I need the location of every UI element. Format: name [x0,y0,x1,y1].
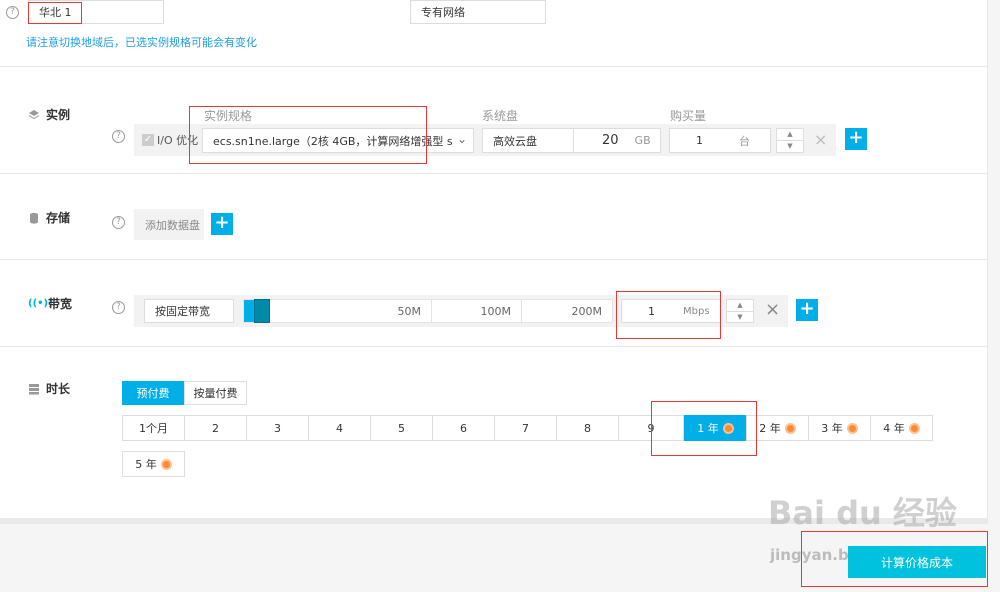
coin-icon [784,422,796,434]
divider [0,346,988,347]
section-instance-label: 实例 [46,108,71,122]
qty-header: 购买量 [670,109,707,123]
section-duration-label: 时长 [46,382,71,396]
slider-tick-100m: 100M [432,300,522,322]
instance-spec-value: ecs.sn1ne.large（2核 4GB，计算网络增强型 sn1n... [213,134,453,148]
coin-icon [846,422,858,434]
bandwidth-unit: Mbps [683,305,710,317]
spec-header: 实例规格 [204,109,253,123]
help-icon[interactable]: ? [112,130,125,143]
duration-option-7[interactable]: 7 [494,415,557,441]
section-bandwidth-label: 带宽 [48,297,73,311]
bandwidth-slider[interactable]: 50M 100M 200M [243,299,613,323]
network-type[interactable]: 专有网络 [410,0,546,24]
section-bandwidth: ((•)) 带宽 [28,295,72,312]
add-instance-button[interactable]: + [845,128,867,150]
signal-icon: ((•)) [28,298,53,309]
database-icon [30,212,38,224]
help-icon[interactable]: ? [112,216,125,229]
bandwidth-billing-select[interactable]: 按固定带宽 [144,299,234,323]
region-notice: 请注意切换地域后，已选实例规格可能会有变化 [26,36,257,49]
io-optimize-checkbox[interactable]: ✓ I/O 优化 [142,132,198,148]
bandwidth-value: 1 [648,304,655,318]
duration-label: 2 [212,421,219,435]
add-data-disk-button[interactable]: 添加数据盘 [134,209,204,240]
bandwidth-stepper[interactable]: ▲ ▼ [726,299,754,323]
add-bandwidth-button[interactable]: + [796,299,818,321]
help-icon[interactable]: ? [6,6,19,19]
coin-icon [160,458,172,470]
stepper-down-icon[interactable]: ▼ [727,312,753,323]
section-storage-label: 存储 [46,211,71,225]
stepper-up-icon[interactable]: ▲ [777,129,803,141]
duration-label: 6 [460,421,467,435]
sysdisk-type-select[interactable]: 高效云盘 [482,128,574,153]
config-panel: ? 华北 1 专有网络 请注意切换地域后，已选实例规格可能会有变化 实例 实例规… [0,0,988,520]
coin-icon [908,422,920,434]
duration-option-4-year[interactable]: 4 年 [870,415,933,441]
duration-label: 5 年 [135,458,157,471]
server-icon [29,383,39,394]
duration-option-5-year[interactable]: 5 年 [122,451,185,477]
stepper-up-icon[interactable]: ▲ [727,300,753,312]
duration-option-1-month[interactable]: 1个月 [122,415,185,441]
divider [0,173,988,174]
remove-bandwidth-icon[interactable]: × [765,299,780,320]
duration-label: 1 年 [697,422,719,435]
duration-label: 3 [274,421,281,435]
slider-tick-50m: 50M [244,300,432,322]
quantity-input[interactable]: 1 台 [669,128,771,153]
duration-option-3-year[interactable]: 3 年 [808,415,871,441]
duration-option-8[interactable]: 8 [556,415,619,441]
add-disk-plus-button[interactable]: + [211,213,233,235]
sysdisk-size-value: 20 [602,133,619,148]
checkbox-icon[interactable]: ✓ [142,134,154,146]
stepper-down-icon[interactable]: ▼ [777,141,803,152]
slider-tick-200m: 200M [571,304,603,318]
coin-icon [722,422,734,434]
sysdisk-size-input[interactable]: 20 GB [573,128,661,153]
duration-option-1-year[interactable]: 1 年 [684,415,747,441]
divider [0,66,988,67]
sysdisk-header: 系统盘 [482,109,519,123]
duration-label: 7 [522,421,529,435]
layers-icon [28,109,40,119]
quantity-value: 1 [696,134,703,147]
instance-spec-select[interactable]: ecs.sn1ne.large（2核 4GB，计算网络增强型 sn1n... ⌄ [202,128,474,153]
remove-instance-icon[interactable]: × [814,130,827,149]
duration-option-2[interactable]: 2 [184,415,247,441]
duration-option-2-year[interactable]: 2 年 [746,415,809,441]
section-storage: 存储 [28,209,70,226]
duration-label: 8 [584,421,591,435]
watermark-logo: Bai du 经验 [768,494,957,532]
help-icon[interactable]: ? [112,301,125,314]
duration-option-9[interactable]: 9 [618,415,684,441]
calculate-price-button[interactable]: 计算价格成本 [848,546,986,578]
duration-option-4[interactable]: 4 [308,415,371,441]
section-instance: 实例 [28,106,70,123]
duration-option-5[interactable]: 5 [370,415,433,441]
divider [0,259,988,260]
bandwidth-input[interactable]: 1 Mbps [621,299,721,323]
chevron-down-icon: ⌄ [456,132,467,146]
duration-label: 4 年 [883,422,905,435]
duration-label: 3 年 [821,422,843,435]
region-select[interactable]: 华北 1 [28,0,164,24]
io-optimize-label: I/O 优化 [157,134,199,147]
section-duration: 时长 [28,380,70,397]
quantity-unit: 台 [739,134,750,148]
duration-label: 4 [336,421,343,435]
duration-label: 5 [398,421,405,435]
duration-option-3[interactable]: 3 [246,415,309,441]
duration-label: 1个月 [139,422,168,435]
duration-option-6[interactable]: 6 [432,415,495,441]
tab-prepaid[interactable]: 预付费 [122,381,184,405]
duration-label: 2 年 [759,422,781,435]
sysdisk-unit: GB [634,134,651,147]
tab-pay-as-you-go[interactable]: 按量付费 [184,381,247,405]
duration-label: 9 [647,421,655,435]
quantity-stepper[interactable]: ▲ ▼ [776,128,804,153]
